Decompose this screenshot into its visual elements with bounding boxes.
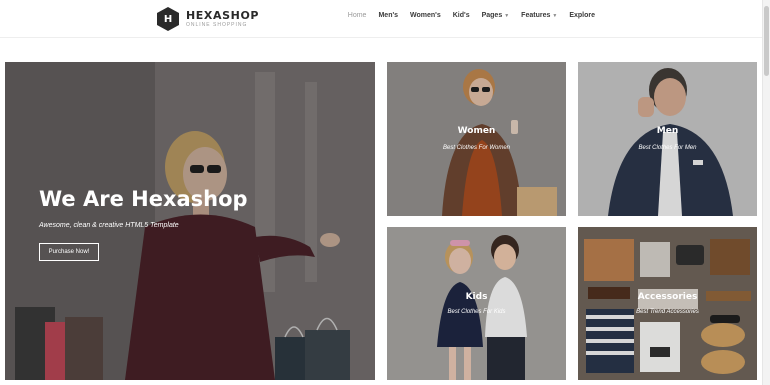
tile-overlay <box>387 62 566 216</box>
category-tile-women[interactable]: Women Best Clothes For Women <box>387 62 566 216</box>
category-subtitle: Best Trend Accessories <box>636 309 699 315</box>
hero-subtitle: Awesome, clean & creative HTML5 Template <box>39 222 179 229</box>
chevron-down-icon: ▼ <box>504 13 510 19</box>
category-title: Kids <box>465 292 488 302</box>
tile-overlay <box>578 227 757 380</box>
nav-item-explore[interactable]: Explore <box>569 12 595 19</box>
logo-text: HEXASHOP ONLINE SHOPPING <box>186 8 260 29</box>
hexagon-logo-icon: H <box>157 7 179 31</box>
hero-title: We Are Hexashop <box>39 187 248 211</box>
logo-letter: H <box>163 13 173 25</box>
category-title: Accessories <box>637 292 698 302</box>
purchase-now-button[interactable]: Purchase Now! <box>39 243 99 261</box>
main-nav: Home Men's Women's Kid's Pages ▼ Features… <box>348 12 595 19</box>
brand-name: HEXASHOP <box>186 8 260 22</box>
category-subtitle: Best Clothes For Women <box>442 145 511 151</box>
nav-item-features[interactable]: Features ▼ <box>521 12 557 19</box>
logo[interactable]: H HEXASHOP ONLINE SHOPPING <box>157 7 259 31</box>
tile-overlay <box>387 227 566 380</box>
category-title: Women <box>457 126 496 136</box>
nav-item-womens[interactable]: Women's <box>410 12 441 19</box>
nav-item-home[interactable]: Home <box>348 12 367 19</box>
category-tile-kids[interactable]: Kids Best Clothes For Kids <box>387 227 566 380</box>
category-subtitle: Best Clothes For Kids <box>447 309 506 315</box>
site-header: H HEXASHOP ONLINE SHOPPING Home Men's Wo… <box>0 0 762 38</box>
hero-banner: We Are Hexashop Awesome, clean & creativ… <box>5 62 375 380</box>
nav-item-mens[interactable]: Men's <box>378 12 398 19</box>
hero-overlay <box>5 62 375 380</box>
tile-overlay <box>578 62 757 216</box>
category-title: Men <box>656 126 679 136</box>
page: H HEXASHOP ONLINE SHOPPING Home Men's Wo… <box>0 0 770 385</box>
chevron-down-icon: ▼ <box>552 13 558 19</box>
nav-item-kids[interactable]: Kid's <box>453 12 470 19</box>
scrollbar-thumb[interactable] <box>764 6 769 76</box>
category-subtitle: Best Clothes For Men <box>638 145 697 151</box>
page-scrollbar[interactable] <box>762 0 770 385</box>
nav-item-pages[interactable]: Pages ▼ <box>482 12 510 19</box>
category-tile-men[interactable]: Men Best Clothes For Men <box>578 62 757 216</box>
brand-tagline: ONLINE SHOPPING <box>186 21 248 28</box>
category-tile-accessories[interactable]: Accessories Best Trend Accessories <box>578 227 757 380</box>
